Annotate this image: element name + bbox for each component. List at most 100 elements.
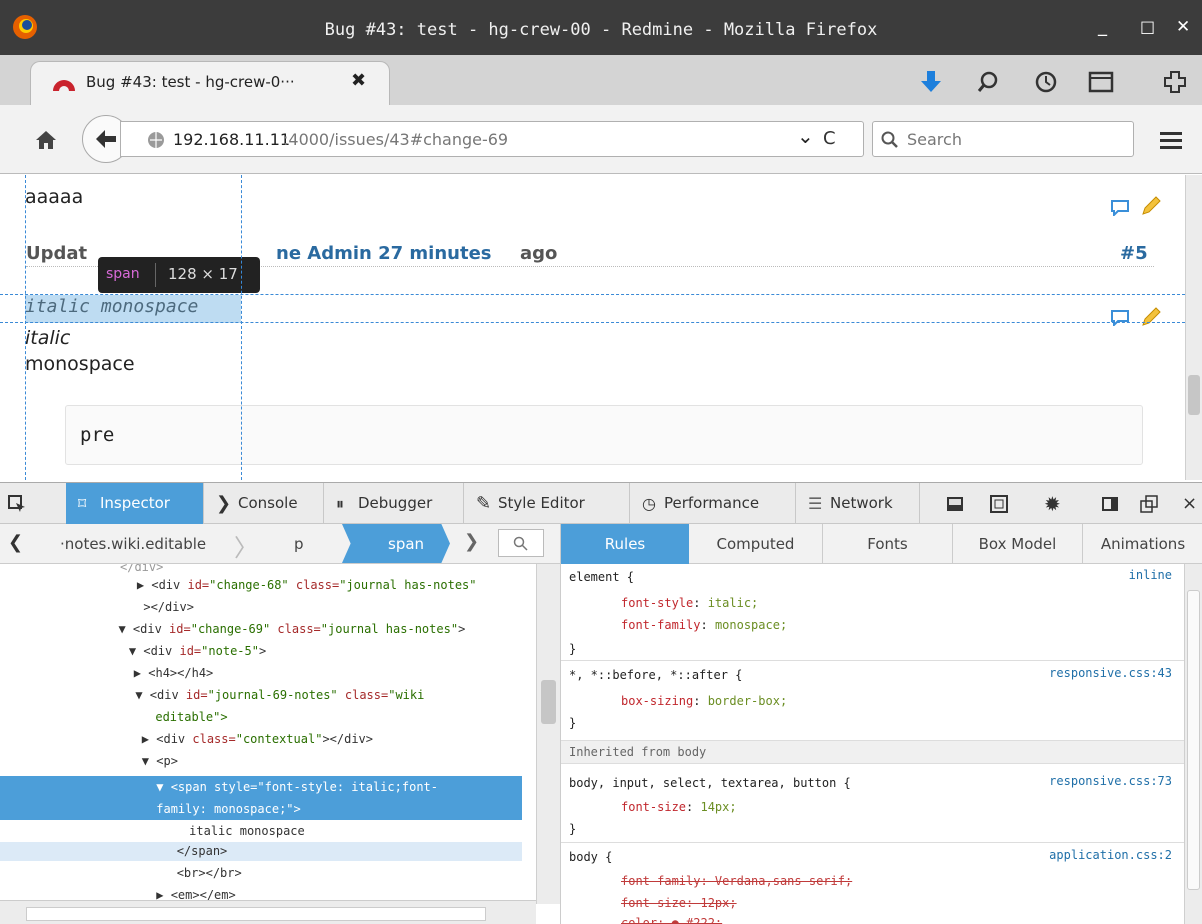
sidebar-tabs: Rules Computed Fonts Box Model Animation… — [560, 524, 1202, 564]
close-devtools-button[interactable]: × — [1182, 493, 1197, 514]
rule-source-application-2[interactable]: application.css:2 — [1049, 848, 1172, 862]
url-host: 192.168.11.11 — [173, 130, 291, 149]
split-console-icon[interactable] — [946, 496, 964, 512]
settings-gear-icon[interactable]: ✹ — [1044, 492, 1061, 516]
markup-closing-span: </span> — [90, 844, 228, 858]
breadcrumb-back-icon[interactable]: ❮ — [8, 532, 23, 553]
tab-fonts[interactable]: Fonts — [823, 524, 953, 564]
responsive-mode-icon[interactable] — [990, 495, 1008, 513]
tooltip-divider — [155, 263, 156, 287]
markup-node-note-5[interactable]: ▼ <div id="note-5"> — [0, 640, 536, 662]
search-placeholder: Search — [907, 130, 962, 149]
rules-scrollbar[interactable] — [1184, 564, 1202, 924]
markup-node-change-69[interactable]: ▼ <div id="change-69" class="journal has… — [0, 618, 536, 640]
home-icon[interactable] — [34, 129, 58, 151]
minimize-button[interactable]: _ — [1098, 16, 1107, 37]
window-title: Bug #43: test - hg-crew-00 - Redmine - M… — [324, 20, 878, 40]
rules-scrollbar-thumb[interactable] — [1187, 590, 1200, 890]
rule-close: } — [569, 822, 577, 836]
quote-icon[interactable] — [1110, 198, 1130, 216]
tab-style-editor[interactable]: ✎ Style Editor — [464, 483, 630, 524]
rule-prop-font-style[interactable]: font-style: italic; — [621, 594, 758, 612]
breadcrumb-item-notes[interactable]: ·notes.wiki.editable — [60, 535, 206, 553]
rule-prop-font-family[interactable]: font-family: monospace; — [621, 616, 787, 634]
element-picker-icon[interactable] — [8, 495, 26, 513]
rule-prop-color-overridden[interactable]: color: ● #222; — [621, 914, 722, 924]
rule-prop-font-size-overridden[interactable]: font-size: 12px; — [621, 894, 737, 912]
tab-close-button[interactable]: ✖ — [351, 70, 366, 91]
rule-close: } — [569, 642, 577, 656]
tab-box-model[interactable]: Box Model — [953, 524, 1083, 564]
tab-animations[interactable]: Animations — [1083, 524, 1202, 564]
breadcrumb-item-span[interactable]: span — [342, 524, 450, 563]
url-dropdown-icon[interactable]: ⌄ — [797, 124, 814, 148]
note-text-aaaaa: aaaaa — [25, 186, 84, 208]
updated-ago: ago — [520, 243, 558, 264]
markup-text-node[interactable]: italic monospace — [0, 820, 536, 842]
breadcrumb-item-p[interactable]: p — [294, 535, 304, 553]
tab-network[interactable]: ☰ Network — [796, 483, 920, 524]
tab-debugger[interactable]: ⏸ Debugger — [324, 483, 464, 524]
style-editor-icon: ✎ — [476, 493, 492, 514]
undock-window-icon[interactable] — [1140, 495, 1158, 513]
edit-pencil-icon-2[interactable] — [1140, 306, 1162, 328]
tab-debugger-label: Debugger — [358, 494, 433, 512]
markup-scrollbar[interactable] — [536, 564, 560, 904]
dock-side-icon[interactable] — [1102, 497, 1118, 511]
markup-hscrollbar[interactable] — [0, 900, 536, 924]
tab-inspector[interactable]: ⌑ Inspector — [66, 483, 204, 524]
tab-computed[interactable]: Computed — [689, 524, 823, 564]
addons-puzzle-icon[interactable] — [1162, 69, 1188, 95]
page-scrollbar[interactable] — [1185, 175, 1202, 480]
reload-icon[interactable]: C — [823, 128, 836, 149]
tab-performance[interactable]: ◷ Performance — [630, 483, 796, 524]
markup-node-br[interactable]: <br></br> — [0, 862, 536, 884]
network-icon: ☰ — [808, 494, 823, 513]
tab-bar: Bug #43: test - hg-crew-0··· ✖ — [0, 55, 1202, 105]
search-toolbar-icon[interactable] — [976, 70, 1000, 94]
markup-view: </div> ▶ <div id="change-68" class="jour… — [0, 564, 560, 924]
rule-divider — [561, 842, 1184, 843]
rule-selector-universal: *, *::before, *::after { — [569, 668, 743, 682]
browser-tab[interactable]: Bug #43: test - hg-crew-0··· ✖ — [30, 61, 390, 105]
note-number-link[interactable]: #5 — [1120, 243, 1148, 264]
rule-prop-font-size[interactable]: font-size: 14px; — [621, 798, 737, 816]
edit-pencil-icon[interactable] — [1140, 195, 1162, 217]
tab-rules[interactable]: Rules — [561, 524, 689, 564]
url-bar[interactable]: 192.168.11.11 :4000/issues/43#change-69 … — [120, 121, 864, 157]
markup-node-journal-notes[interactable]: ▼ <div id="journal-69-notes" class="wiki — [0, 684, 536, 706]
search-markup-icon — [513, 536, 528, 551]
markup-node-change-68[interactable]: ▶ <div id="change-68" class="journal has… — [0, 574, 536, 596]
rule-divider — [561, 660, 1184, 661]
pre-block: pre — [65, 405, 1143, 465]
markup-selected-span[interactable]: ▼ <span style="font-style: italic;font- — [0, 776, 536, 798]
markup-node-p[interactable]: ▼ <p> — [0, 750, 536, 772]
hamburger-menu-icon[interactable] — [1160, 130, 1184, 150]
rule-prop-font-family-overridden[interactable]: font-family: Verdana,sans-serif; — [621, 872, 852, 890]
window-icon[interactable] — [1088, 70, 1114, 94]
maximize-button[interactable]: □ — [1140, 17, 1155, 36]
history-icon[interactable] — [1034, 70, 1058, 94]
pre-text: pre — [80, 424, 115, 446]
markup-scrollbar-thumb[interactable] — [541, 680, 556, 724]
close-window-button[interactable]: ✕ — [1176, 17, 1190, 37]
quote-icon-2[interactable] — [1110, 308, 1130, 326]
tab-performance-label: Performance — [664, 494, 760, 512]
rule-source-responsive-73[interactable]: responsive.css:73 — [1049, 774, 1172, 788]
tab-console[interactable]: ❯ Console — [204, 483, 324, 524]
breadcrumb-forward-icon[interactable]: ❯ — [464, 531, 479, 552]
markup-hscrollbar-thumb[interactable] — [26, 907, 486, 921]
rule-source-responsive-43[interactable]: responsive.css:43 — [1049, 666, 1172, 680]
page-scrollbar-thumb[interactable] — [1188, 375, 1200, 415]
downloads-icon[interactable] — [918, 69, 944, 95]
monospace-text: monospace — [25, 353, 135, 375]
search-field[interactable]: Search — [872, 121, 1134, 157]
rule-source-inline[interactable]: inline — [1129, 568, 1172, 582]
updated-author-link[interactable]: ne Admin 27 minutes — [276, 243, 492, 264]
guide-bottom — [0, 322, 1185, 323]
markup-node-contextual[interactable]: ▶ <div class="contextual"></div> — [0, 728, 536, 750]
search-markup-button[interactable] — [498, 529, 544, 557]
markup-node-h4[interactable]: ▶ <h4></h4> — [0, 662, 536, 684]
rule-prop-box-sizing[interactable]: box-sizing: border-box; — [621, 692, 787, 710]
breadcrumb-item-span-label: span — [388, 535, 425, 553]
